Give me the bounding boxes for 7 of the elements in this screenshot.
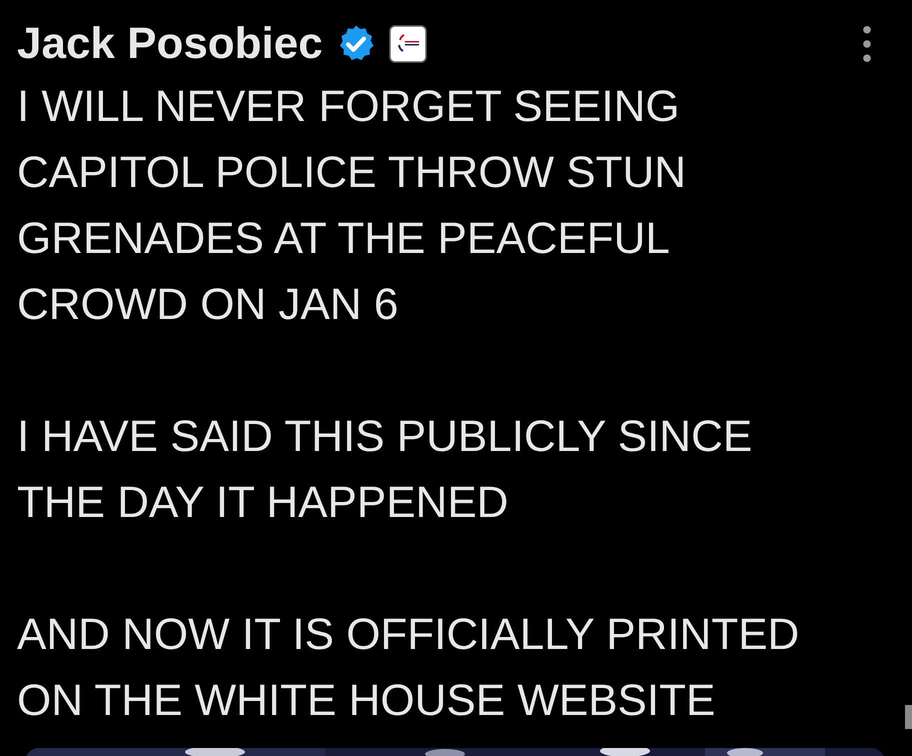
post-text: I HAVE SAID THIS PUBLICLY SINCE THE DAY IT HAPPENED xyxy=(17,411,754,529)
post-text: AND NOW IT IS OFFICIALLY PRINTED ON THE WHITE HOUSE WEBSITE xyxy=(17,609,800,727)
affiliation-logo-icon xyxy=(388,25,427,63)
post-text: I WILL NEVER FORGET SEEING CAPITOL POLICE THROW STUN GRENADES AT THE PEACEFUL CROWD ON JAN 6 xyxy=(17,81,688,331)
author-name[interactable]: Jack Posobiec xyxy=(17,22,323,66)
scrollbar[interactable] xyxy=(905,705,912,729)
more-options-icon[interactable] xyxy=(862,25,872,63)
